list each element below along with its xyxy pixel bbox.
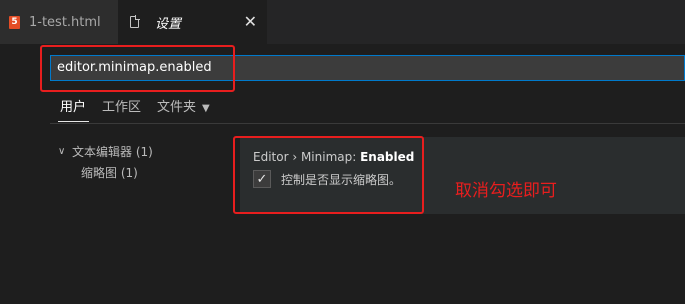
toc-group-text-editor[interactable]: ∨ 文本编辑器 (1) (58, 141, 153, 162)
tab-1-test-html[interactable]: 5 1-test.html (0, 0, 118, 44)
tab-label: 1-test.html (29, 14, 101, 30)
tab-user[interactable]: 用户 (57, 96, 90, 122)
highlight-box-setting (233, 136, 424, 214)
highlight-box-search (40, 45, 235, 92)
divider (50, 123, 685, 124)
settings-toc: ∨ 文本编辑器 (1) 缩略图 (1) (58, 141, 153, 183)
html5-icon: 5 (9, 15, 20, 29)
annotation-text: 取消勾选即可 (455, 181, 557, 201)
tab-bar: 5 1-test.html 设置 ✕ (0, 0, 685, 44)
scope-tabs: 用户 工作区 文件夹 ▼ (57, 96, 226, 122)
chevron-down-icon: ∨ (58, 146, 66, 157)
tab-folder-label: 文件夹 (157, 100, 197, 115)
close-icon[interactable]: ✕ (244, 12, 257, 31)
toc-item-label: 缩略图 (1) (81, 166, 138, 180)
file-icon (130, 15, 140, 28)
chevron-down-icon[interactable]: ▼ (202, 103, 210, 114)
toc-group-label: 文本编辑器 (1) (72, 145, 153, 159)
tab-settings[interactable]: 设置 ✕ (118, 0, 267, 44)
tab-folder[interactable]: 文件夹 ▼ (157, 96, 210, 115)
toc-item-minimap[interactable]: 缩略图 (1) (58, 162, 153, 183)
tab-workspace[interactable]: 工作区 (102, 96, 141, 115)
tab-label: 设置 (155, 16, 182, 32)
